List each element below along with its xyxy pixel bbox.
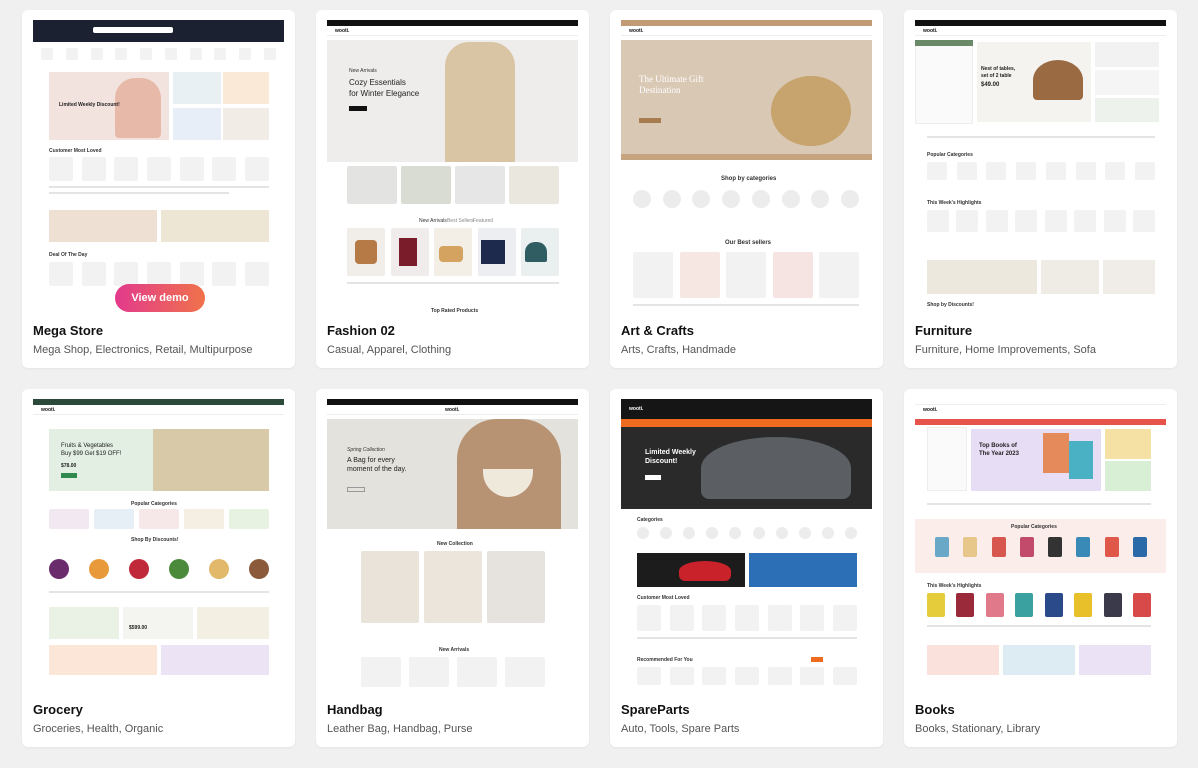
preview-hero-image bbox=[1033, 60, 1083, 100]
preview-hero-image bbox=[115, 78, 161, 138]
card-title[interactable]: Grocery bbox=[33, 702, 83, 717]
preview-logo: wooti. bbox=[629, 406, 644, 412]
preview-product-row bbox=[49, 157, 269, 181]
preview-hero-image bbox=[771, 76, 851, 146]
preview-thumbnail[interactable]: wooti. Fruits & Vegetables Buy $99 Get $… bbox=[33, 399, 284, 699]
preview-product-row bbox=[927, 210, 1155, 232]
demo-card-mega-store[interactable]: Limited Weekly Discount! Customer Most L… bbox=[22, 10, 295, 368]
preview-logo: wooti. bbox=[41, 407, 56, 413]
preview-logo: wooti. bbox=[629, 28, 644, 34]
demo-card-furniture[interactable]: wooti. Nest of tables, set of 2 table $4… bbox=[904, 10, 1177, 368]
preview-product-row bbox=[361, 551, 545, 623]
preview-thumbnail[interactable]: wooti. Spring Collection A Bag for every… bbox=[327, 399, 578, 699]
preview-hero-image bbox=[1043, 433, 1069, 473]
preview-category-row bbox=[927, 162, 1155, 180]
preview-category-row bbox=[935, 537, 1147, 557]
view-demo-button[interactable]: View demo bbox=[115, 284, 205, 312]
preview-sidebar bbox=[915, 40, 973, 124]
card-title[interactable]: SpareParts bbox=[621, 702, 690, 717]
preview-hero-image bbox=[701, 437, 851, 499]
preview-logo: wooti. bbox=[923, 28, 938, 34]
preview-logo: wooti. bbox=[923, 407, 938, 413]
card-title[interactable]: Fashion 02 bbox=[327, 323, 395, 338]
preview-section-title: Deal Of The Day bbox=[49, 252, 88, 258]
preview-hero-image bbox=[445, 42, 515, 162]
card-tags: Arts, Crafts, Handmade bbox=[621, 344, 736, 356]
card-tags: Groceries, Health, Organic bbox=[33, 723, 164, 735]
demo-card-books[interactable]: wooti. Top Books of The Year 2023 Popula… bbox=[904, 389, 1177, 747]
preview-thumbnail[interactable]: wooti. Nest of tables, set of 2 table $4… bbox=[915, 20, 1166, 320]
demo-card-grocery[interactable]: wooti. Fruits & Vegetables Buy $99 Get $… bbox=[22, 389, 295, 747]
preview-sidebar bbox=[927, 427, 967, 491]
card-tags: Books, Stationary, Library bbox=[915, 723, 1041, 735]
preview-logo: wooti. bbox=[445, 407, 460, 413]
preview-category-row bbox=[347, 166, 559, 204]
preview-product-row bbox=[49, 559, 269, 579]
card-tags: Furniture, Home Improvements, Sofa bbox=[915, 344, 1096, 356]
preview-category-row bbox=[49, 509, 269, 529]
demo-card-art-crafts[interactable]: wooti. The Ultimate Gift Destination Sho… bbox=[610, 10, 883, 368]
preview-thumbnail[interactable]: wooti. Limited Weekly Discount! Categori… bbox=[621, 399, 872, 699]
preview-category-row bbox=[633, 190, 859, 208]
preview-logo: wooti. bbox=[335, 28, 350, 34]
card-title[interactable]: Art & Crafts bbox=[621, 323, 694, 338]
preview-category-row bbox=[637, 527, 857, 539]
card-tags: Leather Bag, Handbag, Purse bbox=[327, 723, 473, 735]
preview-search bbox=[93, 27, 173, 33]
preview-product-row bbox=[633, 252, 859, 298]
card-tags: Auto, Tools, Spare Parts bbox=[621, 723, 740, 735]
card-tags: Casual, Apparel, Clothing bbox=[327, 344, 452, 356]
card-title[interactable]: Furniture bbox=[915, 323, 972, 338]
card-title[interactable]: Handbag bbox=[327, 702, 383, 717]
card-title[interactable]: Books bbox=[915, 702, 955, 717]
preview-category-row bbox=[41, 48, 276, 60]
preview-product-row bbox=[637, 605, 857, 631]
preview-hero-title: Limited Weekly Discount! bbox=[59, 102, 120, 108]
card-title[interactable]: Mega Store bbox=[33, 323, 103, 338]
preview-thumbnail[interactable]: Limited Weekly Discount! Customer Most L… bbox=[33, 20, 284, 320]
demo-card-fashion-02[interactable]: wooti. New Arrivals Cozy Essentials for … bbox=[316, 10, 589, 368]
preview-hero-image bbox=[153, 429, 269, 491]
demo-card-handbag[interactable]: wooti. Spring Collection A Bag for every… bbox=[316, 389, 589, 747]
demo-card-spareparts[interactable]: wooti. Limited Weekly Discount! Categori… bbox=[610, 389, 883, 747]
preview-section-title: Customer Most Loved bbox=[49, 148, 102, 154]
card-tags: Mega Shop, Electronics, Retail, Multipur… bbox=[33, 344, 253, 356]
preview-thumbnail[interactable]: wooti. New Arrivals Cozy Essentials for … bbox=[327, 20, 578, 320]
preview-thumbnail[interactable]: wooti. Top Books of The Year 2023 Popula… bbox=[915, 399, 1166, 699]
preview-product-row bbox=[927, 593, 1151, 617]
demo-grid: Limited Weekly Discount! Customer Most L… bbox=[22, 10, 1178, 747]
preview-thumbnail[interactable]: wooti. The Ultimate Gift Destination Sho… bbox=[621, 20, 872, 320]
